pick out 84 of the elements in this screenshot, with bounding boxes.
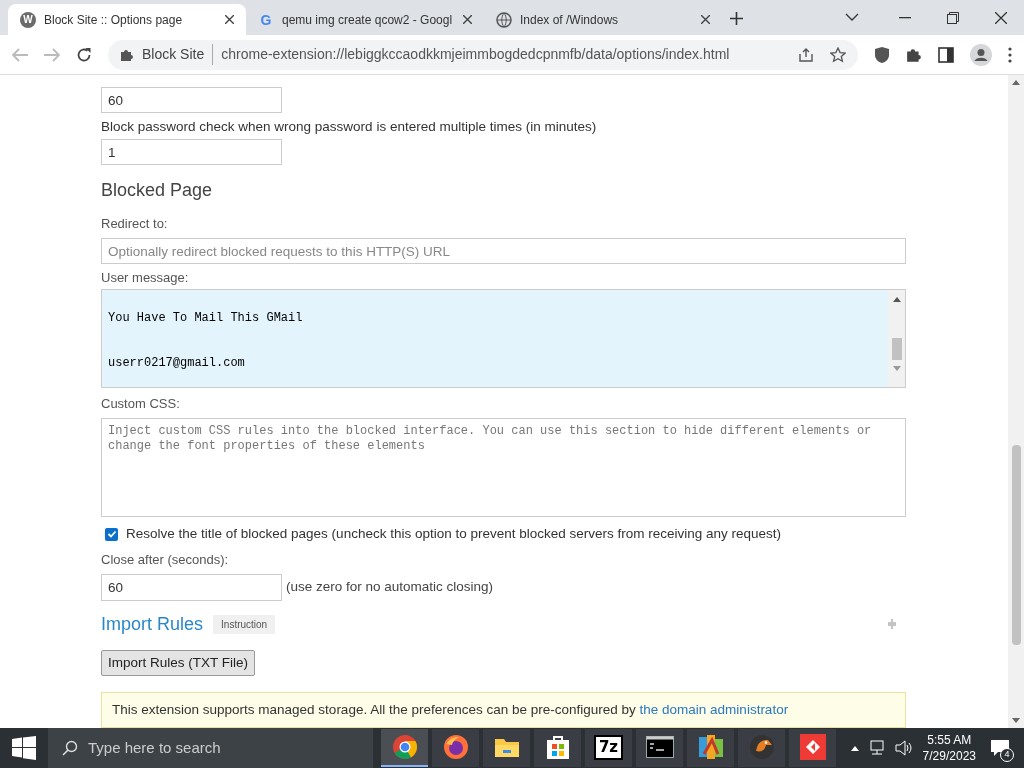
puzzle-piece-icon bbox=[120, 47, 134, 62]
bird-icon bbox=[747, 733, 776, 761]
globe-icon bbox=[496, 11, 512, 28]
tiles-icon bbox=[697, 734, 724, 760]
close-icon[interactable] bbox=[225, 15, 234, 24]
field-label: User message: bbox=[101, 269, 190, 288]
instruction-tag[interactable]: Instruction bbox=[213, 614, 276, 634]
reload-icon[interactable] bbox=[76, 46, 92, 63]
share-icon[interactable] bbox=[798, 46, 814, 63]
search-icon bbox=[62, 740, 78, 756]
profile-avatar-icon[interactable] bbox=[970, 43, 992, 66]
folder-icon bbox=[493, 736, 520, 758]
scroll-up-icon[interactable] bbox=[1012, 79, 1020, 85]
scrollbar-thumb[interactable] bbox=[891, 337, 902, 360]
domain-administrator-link[interactable]: the domain administrator bbox=[639, 701, 789, 717]
section-heading: Import Rules bbox=[101, 612, 204, 636]
tab-title: Block Site :: Options page bbox=[44, 11, 184, 29]
clock-date: 7/29/2023 bbox=[922, 748, 976, 764]
chrome-icon bbox=[391, 734, 418, 760]
windows-start-icon[interactable] bbox=[12, 736, 36, 760]
close-window-icon[interactable] bbox=[995, 12, 1007, 24]
minimize-icon[interactable] bbox=[899, 17, 911, 19]
custom-css-textarea[interactable]: Inject custom CSS rules into the blocked interface. You can use this section to hide different elements or change the font properties of these elements bbox=[101, 418, 906, 518]
field-label: Redirect to: bbox=[101, 215, 169, 234]
taskbar-search-field[interactable]: Type here to search bbox=[48, 728, 373, 768]
tab-favicon: W bbox=[20, 11, 36, 28]
taskbar-app-button[interactable] bbox=[636, 729, 683, 767]
taskbar-app-button[interactable] bbox=[483, 729, 530, 767]
taskbar-app-button[interactable] bbox=[432, 729, 479, 767]
sevenzip-logo: 7z bbox=[593, 734, 624, 760]
browser-tab[interactable]: G qemu img create qcow2 - Googl bbox=[246, 4, 484, 35]
store-bag-icon bbox=[545, 734, 570, 760]
notification-count-badge: 4 bbox=[1000, 748, 1014, 762]
scroll-up-icon[interactable] bbox=[892, 295, 901, 302]
number-field[interactable]: 1 bbox=[101, 139, 282, 166]
menu-icon[interactable] bbox=[1008, 46, 1012, 63]
checkbox[interactable] bbox=[105, 527, 118, 541]
star-icon[interactable] bbox=[830, 46, 846, 63]
side-panel-icon[interactable] bbox=[938, 46, 954, 63]
scroll-down-icon[interactable] bbox=[1012, 718, 1020, 724]
show-hidden-icons-icon[interactable] bbox=[850, 745, 859, 751]
number-field[interactable]: 60 bbox=[101, 87, 282, 114]
google-favicon: G bbox=[259, 11, 273, 28]
taskbar-app-button[interactable] bbox=[687, 729, 734, 767]
shield-icon[interactable] bbox=[874, 45, 890, 64]
url-text: chrome-extension://lebiggkccaodkkmjeimmbogdedcpnmfb/data/options/index.html bbox=[221, 45, 731, 64]
remote-desktop-icon bbox=[799, 734, 826, 760]
hint-text: (use zero for no automatic closing) bbox=[286, 578, 494, 597]
search-placeholder: Type here to search bbox=[88, 737, 221, 758]
new-tab-icon[interactable] bbox=[730, 12, 743, 25]
address-bar[interactable]: Block Site chrome-extension://lebiggkccaodkkmjeimmbogdedcpnmfb/data/options/index.html bbox=[108, 39, 858, 70]
field-label: Block password check when wrong password is entered multiple times (in minutes) bbox=[101, 119, 598, 136]
close-icon[interactable] bbox=[463, 15, 472, 24]
tab-search-chevron-icon[interactable] bbox=[845, 13, 859, 21]
tab-title: qemu img create qcow2 - Googl bbox=[282, 11, 454, 29]
taskbar-app-button[interactable] bbox=[534, 729, 581, 767]
resize-handle-icon bbox=[888, 619, 896, 630]
checkbox-label: Resolve the title of blocked pages (uncheck this option to prevent blocked servers from receiving any request) bbox=[126, 525, 782, 544]
taskbar-app-button[interactable] bbox=[381, 729, 428, 767]
number-field[interactable]: 60 bbox=[101, 573, 282, 601]
network-icon[interactable] bbox=[868, 740, 887, 756]
section-heading: Blocked Page bbox=[101, 179, 214, 203]
field-label: Close after (seconds): bbox=[101, 551, 230, 570]
taskbar-app-button[interactable] bbox=[789, 729, 836, 767]
import-rules-button[interactable]: Import Rules (TXT File) bbox=[101, 650, 256, 677]
taskbar-app-button[interactable]: 7z bbox=[585, 729, 632, 767]
message-line: userr0217@gmail.com bbox=[108, 355, 245, 371]
firefox-icon bbox=[442, 734, 469, 760]
site-label: Block Site bbox=[142, 44, 214, 65]
close-icon[interactable] bbox=[701, 15, 710, 24]
notice-text: This extension supports managed storage. All the preferences can be pre-configured by the domain administrator bbox=[112, 700, 789, 719]
user-message-textarea[interactable]: You Have To Mail This GMail userr0217@gmail.com bbox=[101, 288, 906, 388]
clock-time: 5:55 AM bbox=[927, 732, 972, 748]
message-line: You Have To Mail This GMail bbox=[108, 310, 303, 326]
browser-tab[interactable]: Index of /Windows bbox=[484, 4, 722, 35]
puzzle-piece-icon[interactable] bbox=[906, 46, 922, 63]
terminal-icon bbox=[645, 736, 674, 758]
tab-title: Index of /Windows bbox=[520, 11, 620, 29]
field-label: Custom CSS: bbox=[101, 394, 181, 413]
redirect-url-field[interactable]: Optionally redirect blocked requests to this HTTP(S) URL bbox=[101, 237, 906, 265]
browser-tab[interactable]: W Block Site :: Options page bbox=[8, 4, 246, 35]
scrollbar-thumb[interactable] bbox=[1011, 445, 1021, 645]
volume-icon[interactable] bbox=[894, 740, 913, 756]
restore-icon[interactable] bbox=[947, 12, 959, 24]
